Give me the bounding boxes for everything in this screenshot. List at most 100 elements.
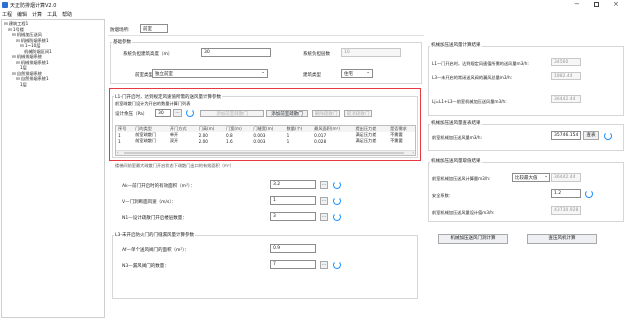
chevron-down-icon: ⌄	[366, 70, 370, 75]
table-cell: 0.028	[314, 138, 327, 144]
calc-door-button[interactable]: 机械加压送风门洞计算	[438, 234, 508, 244]
calc-select-value: 比较最大值	[515, 176, 538, 181]
n3-pick-button[interactable]: ...	[320, 261, 328, 269]
project-tree: ⊟ 建筑工程1 ⊟ 1号楼 ⊟ 机械加压送风 ⊟ 机械防烟系统1 ⊟ 1~10层 机械防烟…	[1, 19, 105, 318]
lookup-label: 前室机械加压送风量m3/h:	[432, 135, 482, 140]
n1-label: N1—设计疏散门开启楼层数量：	[122, 216, 187, 221]
n1-pick-button[interactable]: ...	[320, 213, 328, 221]
building-type-label: 建筑类型	[303, 73, 321, 78]
menu-item-1[interactable]: 编辑	[17, 11, 27, 18]
final-title: 机械加压送风量取值结果	[430, 158, 482, 164]
location-field[interactable]: 前室	[140, 24, 168, 33]
safety-label: 安全系数:	[432, 193, 451, 198]
menu-item-0[interactable]: 工程	[2, 11, 12, 18]
ak-input[interactable]: 3.2	[270, 180, 316, 189]
maximize-icon[interactable]	[594, 2, 599, 7]
ak-refresh-icon[interactable]	[333, 181, 341, 189]
v-pick-button[interactable]: ...	[320, 197, 328, 205]
design-label: 前室机械加压送风量设计值m3/h:	[432, 210, 495, 215]
table-cell: 双开	[169, 138, 179, 143]
building-type-select[interactable]: 住宅 ⌄	[341, 69, 373, 78]
safety-refresh-icon[interactable]	[585, 190, 593, 198]
cancel-door-button[interactable]: 取消疏散门	[344, 110, 372, 117]
close-icon[interactable]: ×	[613, 0, 619, 8]
v-refresh-icon[interactable]	[333, 197, 341, 205]
menu-item-3[interactable]: 工具	[47, 11, 57, 18]
calc-value: 36442.44	[551, 173, 581, 182]
l1-params-title: L1-门开启时，达到规定风速值所需的送风量计算参数	[114, 94, 222, 100]
pick-pressure-button[interactable]: ...	[173, 109, 182, 117]
table-cell: 1	[286, 138, 290, 144]
lookup-title: 机械加压送风量查表结果	[430, 120, 482, 126]
l1-sub-label: 前室疏散门设计为开启的数量计算门列表	[115, 101, 191, 106]
table-cell: 前室疏散门	[135, 138, 157, 143]
v-label: V—门洞断面风速（m/s）：	[122, 200, 177, 205]
results-group	[428, 46, 624, 116]
table-cell: 不需要	[390, 138, 403, 143]
l1-result-value: 34560	[551, 58, 581, 66]
scroll-thumb[interactable]	[124, 152, 404, 154]
design-value: 43730.928	[551, 206, 581, 215]
scroll-right-icon[interactable]: ›	[412, 150, 414, 155]
l3-result-value: 1882.44	[551, 72, 581, 80]
table-cell: 1	[118, 138, 121, 144]
minimize-icon[interactable]: −	[574, 0, 580, 8]
zones-label: 系统负担层数	[303, 52, 330, 57]
height-label: 系统负担建筑高度（m）	[123, 52, 173, 57]
ak-pick-button[interactable]: ...	[320, 181, 328, 189]
results-title: 机械加压送风量计算结果	[430, 42, 482, 48]
calc-select[interactable]: 比较最大值 ⌄	[512, 173, 550, 182]
table-row[interactable]: 1 前室疏散门 双开 2.00 1.6 0.003 1 0.028 满足压力差 不需要	[116, 138, 415, 144]
chevron-down-icon: ⌄	[544, 174, 548, 179]
table-cell: 满足压力差	[355, 138, 377, 143]
window-title: 天正防排烟计算V2.0	[10, 3, 57, 9]
door-table: 序号 门的类型 开门方式 门高(m) 门宽(m) 门缝宽(m) 数量(个) 最风面积(m²) 提…	[115, 125, 416, 156]
menu-item-4[interactable]: 帮助	[62, 11, 72, 18]
n3-refresh-icon[interactable]	[333, 261, 341, 269]
v-input[interactable]: 1	[270, 196, 316, 205]
lookup-button[interactable]: 查表	[583, 131, 599, 140]
add-single-door-button[interactable]: 添加前室疏散门	[200, 110, 264, 117]
zones-input: 10	[341, 48, 401, 57]
l1-result-label: L1—门开启时，达到规定风速值所需的送风量m3/h:	[432, 61, 529, 66]
calc-label: 前室机械加压送风计算量m3/h:	[432, 176, 491, 181]
location-label: 防烟场所:	[110, 28, 130, 33]
lj-result-value: 36442.44	[551, 95, 581, 103]
menu-item-2[interactable]: 计算	[32, 11, 42, 18]
table-cell: 0.003	[253, 138, 266, 144]
room-type-select[interactable]: 独立前室 ⌄	[152, 69, 268, 78]
title-bar: 天正防排烟计算V2.0 − ×	[0, 0, 630, 10]
fan-calc-button[interactable]: 查压风机计算	[527, 234, 597, 244]
pressure-label: 设计余压（Pa）	[115, 112, 148, 117]
chevron-down-icon: ⌄	[261, 70, 265, 75]
lookup-value[interactable]: 35746.154	[551, 131, 581, 140]
app-icon	[2, 2, 8, 8]
n1-refresh-icon[interactable]	[333, 213, 341, 221]
n3-input[interactable]: 7	[270, 260, 316, 269]
l3-result-label: L3—未开启的常闭送风阀的漏风总量m3/h:	[432, 75, 513, 80]
tree-node[interactable]: 1层	[20, 82, 27, 88]
basic-params-title: 基础参数	[112, 39, 132, 45]
height-input[interactable]: 30	[201, 48, 271, 57]
refresh-icon[interactable]	[186, 109, 194, 117]
lookup-refresh-icon[interactable]	[604, 132, 612, 140]
safety-input[interactable]: 1.2	[551, 189, 581, 198]
table-scrollbar[interactable]: ‹ ›	[116, 150, 415, 155]
ak-label: Ak—前门开启时的有效面积（m²）：	[122, 184, 195, 189]
n3-label: N3—漏风阀门的数量：	[122, 264, 169, 269]
af-label: Af—单个送风阀门的面积（m²）：	[122, 248, 189, 253]
delete-door-button[interactable]: 删除疏散门	[312, 110, 340, 117]
building-type-value: 住宅	[344, 72, 353, 77]
room-type-label: 前室类型	[135, 73, 153, 78]
lj-result-label: Lj=L1+L3—前室机械加压送风量m3/h:	[432, 99, 507, 104]
menu-bar: 工程 编辑 计算 工具 帮助	[2, 11, 202, 18]
add-double-door-button[interactable]: 添加前室疏散门	[266, 110, 308, 117]
pressure-input[interactable]: 30	[155, 109, 171, 117]
header-divider	[108, 35, 424, 36]
scroll-left-icon[interactable]: ‹	[117, 150, 119, 155]
table-cell: 2.00	[198, 138, 208, 144]
room-type-value: 独立前室	[155, 72, 173, 77]
l3-params-title: L3-未开启防火门的门缝漏风量计算参数	[114, 232, 195, 238]
n1-input[interactable]: 3	[270, 212, 316, 221]
af-input[interactable]: 0.9	[270, 244, 316, 253]
